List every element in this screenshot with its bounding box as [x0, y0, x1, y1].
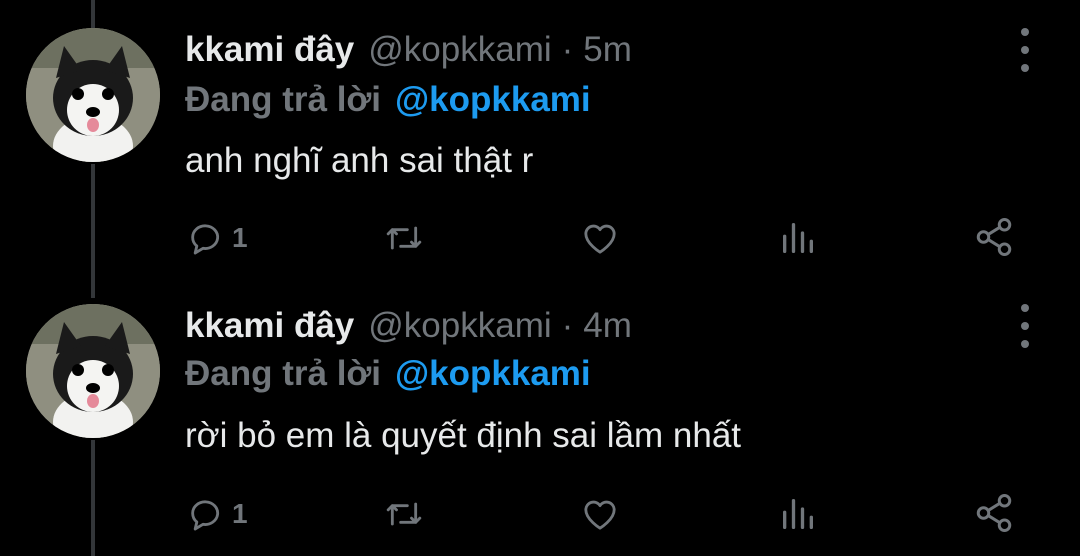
retweet-button[interactable]: [383, 494, 425, 534]
tweet-header: kkami đây @kopkkami · 5m: [185, 30, 632, 70]
user-handle[interactable]: @kopkkami: [368, 306, 551, 346]
replying-to: Đang trả lời @kopkkami: [185, 354, 591, 394]
like-button[interactable]: [579, 218, 621, 258]
analytics-icon: [783, 223, 813, 253]
timestamp[interactable]: 5m: [583, 30, 632, 70]
mention-link[interactable]: @kopkkami: [395, 80, 591, 119]
replying-to-label: Đang trả lời: [185, 80, 382, 119]
retweet-button[interactable]: [383, 218, 425, 258]
more-options-icon[interactable]: [1011, 304, 1039, 348]
display-name[interactable]: kkami đây: [185, 30, 354, 70]
share-button[interactable]: [973, 216, 1015, 258]
retweet-icon: [386, 502, 422, 526]
reply-count: 1: [232, 498, 248, 529]
analytics-button[interactable]: [778, 494, 818, 534]
share-icon: [976, 218, 1012, 256]
display-name[interactable]: kkami đây: [185, 306, 354, 346]
like-button[interactable]: [579, 494, 621, 534]
timestamp[interactable]: 4m: [583, 306, 632, 346]
reply-button[interactable]: 1: [186, 218, 248, 258]
reply-count: 1: [232, 222, 248, 253]
tweet-text: rời bỏ em là quyết định sai lầm nhất: [185, 416, 742, 455]
tweet-text: anh nghĩ anh sai thật r: [185, 141, 534, 180]
avatar[interactable]: [26, 304, 160, 438]
mention-link[interactable]: @kopkkami: [395, 354, 591, 393]
tweet[interactable]: kkami đây @kopkkami · 5m Đang trả lời @ko…: [0, 0, 1080, 278]
more-options-icon[interactable]: [1011, 28, 1039, 72]
tweet[interactable]: kkami đây @kopkkami · 4m Đang trả lời @ko…: [0, 278, 1080, 556]
reply-icon: [191, 500, 219, 531]
separator: ·: [561, 30, 574, 69]
like-icon: [584, 500, 616, 530]
analytics-icon: [783, 499, 813, 529]
user-handle[interactable]: @kopkkami: [368, 30, 551, 70]
like-icon: [584, 224, 616, 254]
avatar[interactable]: [26, 28, 160, 162]
reply-icon: [191, 224, 219, 255]
separator: ·: [561, 306, 574, 345]
replying-to: Đang trả lời @kopkkami: [185, 80, 591, 120]
reply-button[interactable]: 1: [186, 494, 248, 534]
replying-to-label: Đang trả lời: [185, 354, 382, 393]
share-button[interactable]: [973, 492, 1015, 534]
tweet-header: kkami đây @kopkkami · 4m: [185, 306, 632, 346]
share-icon: [976, 494, 1012, 532]
analytics-button[interactable]: [778, 218, 818, 258]
retweet-icon: [386, 226, 422, 250]
